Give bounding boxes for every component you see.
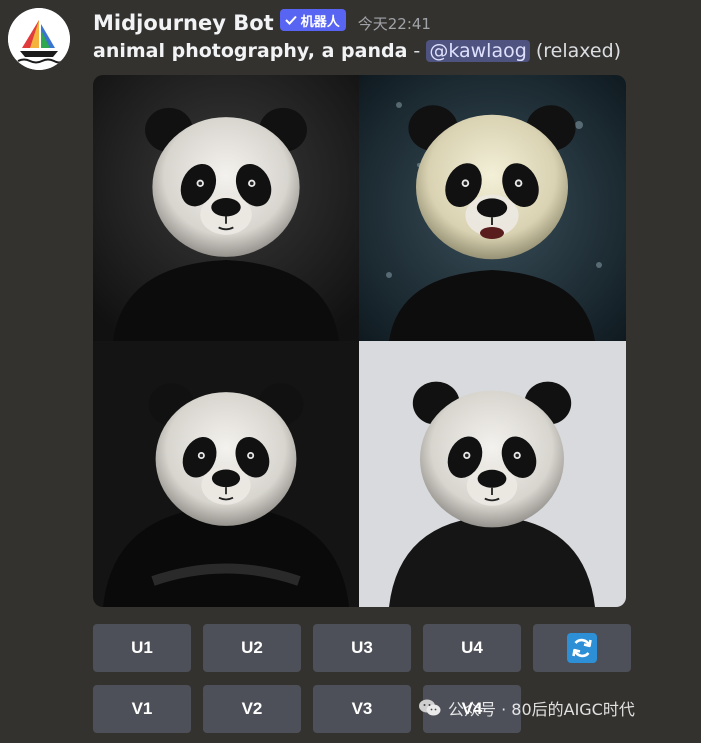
- username[interactable]: Midjourney Bot: [93, 11, 274, 35]
- image-tile-3[interactable]: [93, 341, 359, 607]
- v1-button[interactable]: V1: [93, 685, 191, 733]
- panda-image: [93, 75, 359, 341]
- image-tile-4[interactable]: [359, 341, 626, 607]
- bot-tag-label: 机器人: [300, 14, 340, 30]
- panda-image: [93, 341, 359, 607]
- refresh-icon: [567, 633, 597, 663]
- u4-button[interactable]: U4: [423, 624, 521, 672]
- u3-button[interactable]: U3: [313, 624, 411, 672]
- upscale-button-row: U1 U2 U3 U4: [93, 624, 631, 672]
- watermark: 公众号 · 80后的AIGC时代: [418, 696, 635, 720]
- prompt-line: animal photography, a panda - @kawlaog (…: [93, 40, 621, 62]
- v3-button[interactable]: V3: [313, 685, 411, 733]
- panda-image: [359, 341, 626, 607]
- image-tile-1[interactable]: [93, 75, 359, 341]
- u2-button[interactable]: U2: [203, 624, 301, 672]
- sailboat-logo-icon: [8, 8, 70, 70]
- image-grid[interactable]: [93, 75, 626, 607]
- bot-tag: 机器人: [279, 9, 346, 31]
- timestamp: 今天22:41: [357, 14, 431, 33]
- panda-image: [359, 75, 626, 341]
- reroll-button[interactable]: [533, 624, 631, 672]
- wechat-icon: [419, 699, 441, 716]
- v2-button[interactable]: V2: [203, 685, 301, 733]
- u1-button[interactable]: U1: [93, 624, 191, 672]
- watermark-text: 公众号 · 80后的AIGC时代: [448, 700, 635, 719]
- check-icon: [285, 15, 297, 25]
- user-mention[interactable]: @kawlaog: [426, 40, 530, 62]
- mode-text: (relaxed): [535, 40, 622, 62]
- prompt-text: animal photography, a panda: [93, 40, 408, 62]
- message-header: Midjourney Bot 机器人 今天22:41: [93, 6, 431, 40]
- bot-avatar[interactable]: [8, 8, 70, 70]
- image-tile-2[interactable]: [359, 75, 626, 341]
- prompt-separator: -: [407, 40, 427, 62]
